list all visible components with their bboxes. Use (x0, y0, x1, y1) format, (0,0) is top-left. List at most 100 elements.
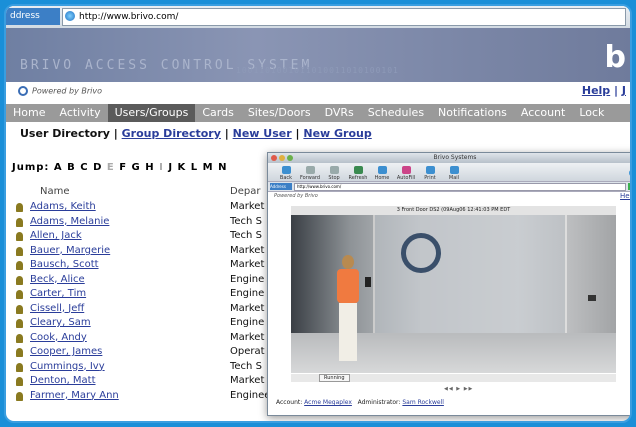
user-name-link[interactable]: Bauer, Margerie (30, 244, 110, 259)
brivo-wall-logo (401, 233, 441, 273)
sub-navigation: User Directory | Group Directory | New U… (20, 127, 372, 140)
jump-letter[interactable]: J (168, 162, 173, 173)
help-link[interactable]: Help (582, 84, 610, 97)
user-icon (16, 362, 23, 372)
user-directory-current: User Directory (20, 127, 110, 140)
tab-users-groups[interactable]: Users/Groups (107, 104, 196, 122)
user-name-link[interactable]: Adams, Melanie (30, 215, 109, 230)
forward-button[interactable]: Forward (298, 166, 322, 181)
jump-letter[interactable]: A (54, 162, 63, 173)
group-directory-link[interactable]: Group Directory (122, 127, 221, 140)
user-department: Engine (230, 288, 265, 299)
print-button[interactable]: Print (418, 166, 442, 181)
jump-letter[interactable]: C (80, 162, 88, 173)
window-url-field[interactable]: http://www.brivo.com/ (294, 183, 626, 191)
subnav-sep: | (295, 127, 300, 140)
user-department: Market (230, 259, 265, 270)
window-help-link[interactable]: Help (620, 192, 630, 200)
tab-lock[interactable]: Lock (572, 104, 611, 122)
user-name-link[interactable]: Beck, Alice (30, 273, 85, 288)
powered-by: Powered by Brivo (18, 86, 102, 96)
subnav-sep: | (113, 127, 118, 140)
address-bar: ddress http://www.brivo.com/ (6, 6, 630, 29)
mail-button[interactable]: Mail (442, 166, 466, 181)
browser-logo-icon: e (629, 165, 631, 181)
user-name-link[interactable]: Cooper, James (30, 345, 102, 360)
jump-letter[interactable]: M (203, 162, 214, 173)
camera-video-feed[interactable] (291, 215, 616, 373)
jump-letter[interactable]: K (178, 162, 187, 173)
tab-home[interactable]: Home (6, 104, 52, 122)
tab-account[interactable]: Account (514, 104, 572, 122)
subnav-sep: | (224, 127, 229, 140)
tab-sites-doors[interactable]: Sites/Doors (241, 104, 318, 122)
user-name-link[interactable]: Cissell, Jeff (30, 302, 84, 317)
brivo-mark-icon (18, 86, 28, 96)
jump-letter[interactable]: G (132, 162, 141, 173)
tab-schedules[interactable]: Schedules (361, 104, 431, 122)
user-department: Market (230, 331, 265, 343)
person-torso (337, 269, 359, 303)
tab-activity[interactable]: Activity (52, 104, 107, 122)
col-name[interactable]: Name (40, 186, 70, 197)
window-address-bar: Address http://www.brivo.com/ go (268, 181, 630, 192)
camera-status-bar: Running (291, 374, 616, 382)
user-department: Tech S (230, 215, 262, 227)
jump-letter[interactable]: B (67, 162, 76, 173)
brivo-banner: BRIVO ACCESS CONTROL SYSTEM 100110100101… (6, 28, 630, 82)
brivo-logo: b (604, 40, 626, 75)
jump-letter[interactable]: N (218, 162, 227, 173)
door-plate (588, 295, 596, 301)
user-name-link[interactable]: Adams, Keith (30, 200, 96, 215)
jump-letter[interactable]: H (145, 162, 154, 173)
playback-controls[interactable]: ◀◀ ▶ ▶▶ (444, 386, 473, 392)
user-name-link[interactable]: Cook, Andy (30, 331, 87, 346)
user-department: Operat (230, 346, 265, 357)
user-name-link[interactable]: Denton, Matt (30, 374, 96, 389)
jump-letter[interactable]: F (119, 162, 127, 173)
tab-notifications[interactable]: Notifications (431, 104, 514, 122)
user-name-link[interactable]: Cleary, Sam (30, 316, 91, 331)
user-name-link[interactable]: Carter, Tim (30, 287, 86, 302)
new-group-link[interactable]: New Group (303, 127, 371, 140)
window-address-label: Address (270, 183, 292, 190)
refresh-button[interactable]: Refresh (346, 166, 370, 181)
tab-cards[interactable]: Cards (195, 104, 240, 122)
tab-dvrs[interactable]: DVRs (318, 104, 361, 122)
new-user-link[interactable]: New User (233, 127, 292, 140)
user-icon (16, 304, 23, 314)
next-link[interactable]: J (622, 84, 626, 97)
browser-toolbar: Back Forward Stop Refresh Home AutoFill … (268, 163, 631, 181)
user-icon (16, 348, 23, 357)
user-icon (16, 319, 23, 328)
user-icon (16, 377, 23, 386)
stop-button[interactable]: Stop (322, 166, 346, 181)
url-field[interactable]: http://www.brivo.com/ (62, 8, 626, 26)
person-head (342, 255, 354, 269)
window-title: Brivo Systems (433, 154, 477, 161)
globe-icon (65, 11, 75, 21)
user-department: Market (230, 201, 265, 212)
back-button[interactable]: Back (274, 166, 298, 181)
help-links: Help | J (582, 84, 626, 97)
jump-letter: I (159, 162, 164, 173)
user-name-link[interactable]: Allen, Jack (30, 229, 82, 244)
address-label: ddress (6, 8, 60, 25)
jump-letter[interactable]: D (93, 162, 102, 173)
window-footer: Account: Acme Megaplex Administrator: Sa… (276, 399, 444, 406)
col-department[interactable]: Depar (230, 186, 260, 197)
account-link[interactable]: Acme Megaplex (304, 399, 352, 406)
jump-letter[interactable]: L (191, 162, 198, 173)
window-powered-by: Powered by Brivo (274, 193, 318, 199)
user-name-link[interactable]: Bausch, Scott (30, 258, 99, 273)
user-icon (16, 290, 23, 299)
camera-header: 3 Front Door DS2 (09Aug06 12:41:03 PM ED… (291, 206, 616, 215)
user-name-link[interactable]: Cummings, Ivy (30, 360, 105, 375)
user-department: Engine (230, 273, 265, 285)
go-button[interactable]: go (628, 183, 630, 190)
status-running: Running (319, 374, 350, 382)
home-button[interactable]: Home (370, 166, 394, 181)
user-name-link[interactable]: Farmer, Mary Ann (30, 389, 119, 404)
autofill-button[interactable]: AutoFill (394, 166, 418, 181)
admin-link[interactable]: Sam Rockwell (402, 399, 444, 406)
